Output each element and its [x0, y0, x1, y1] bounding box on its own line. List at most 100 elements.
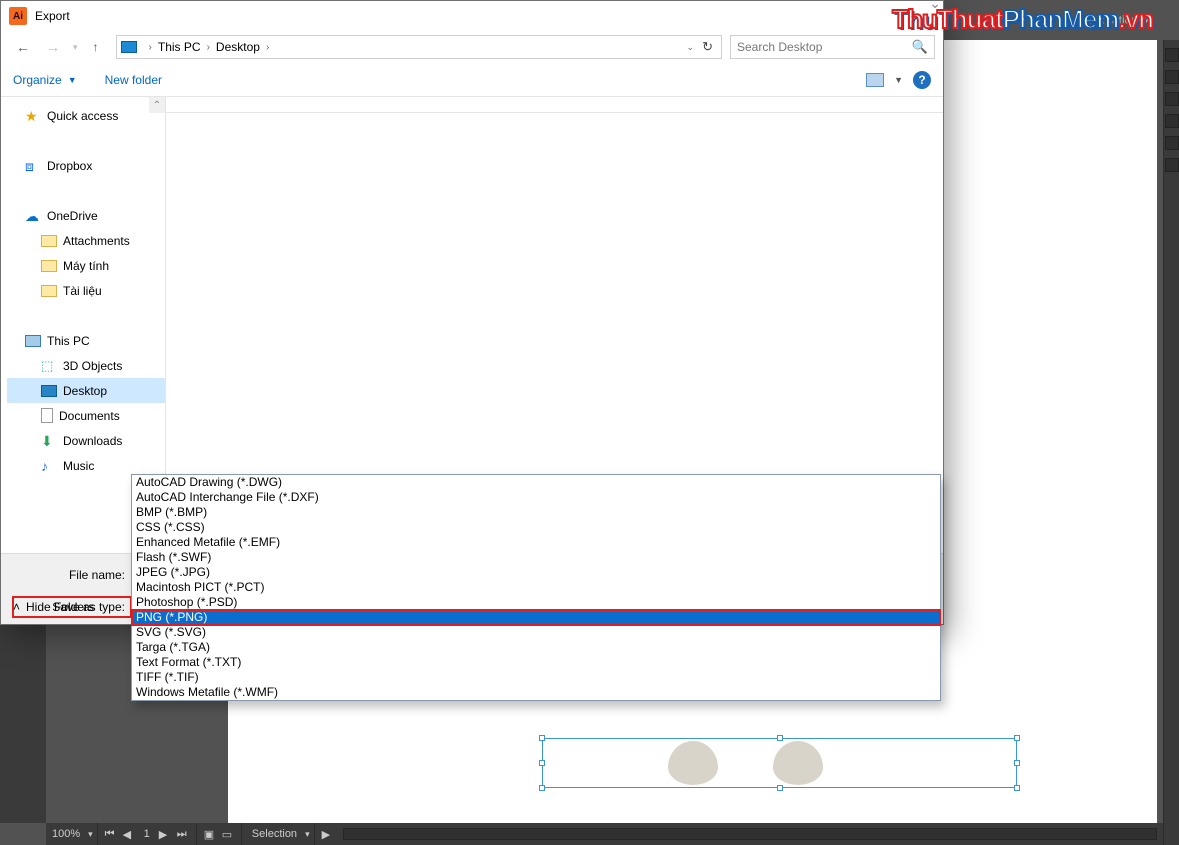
nav-icon[interactable]: ▣	[204, 828, 216, 840]
zoom-level[interactable]: 100%	[46, 828, 86, 840]
last-icon[interactable]: ⏭	[177, 828, 189, 840]
tree-this-pc[interactable]: This PC	[7, 328, 165, 353]
type-option[interactable]: AutoCAD Interchange File (*.DXF)	[132, 490, 940, 505]
tree-label: Tài liệu	[63, 284, 102, 298]
tree-label: Music	[63, 459, 94, 473]
type-option[interactable]: PNG (*.PNG)	[132, 610, 940, 625]
tree-item[interactable]: Máy tính	[7, 253, 165, 278]
type-option[interactable]: TIFF (*.TIF)	[132, 670, 940, 685]
type-option[interactable]: SVG (*.SVG)	[132, 625, 940, 640]
tree-onedrive[interactable]: ☁ OneDrive	[7, 203, 165, 228]
first-icon[interactable]: ⏮	[105, 828, 117, 840]
type-option[interactable]: Flash (*.SWF)	[132, 550, 940, 565]
chevron-right-icon[interactable]: ›	[149, 42, 152, 53]
tree-quick-access[interactable]: ★ Quick access	[7, 103, 165, 128]
search-input[interactable]: Search Desktop 🔍	[730, 35, 935, 59]
history-dropdown[interactable]: ▾	[73, 42, 78, 53]
tree-item-desktop[interactable]: Desktop	[7, 378, 165, 403]
tree-item[interactable]: ⬚3D Objects	[7, 353, 165, 378]
tree-label: 3D Objects	[63, 359, 122, 373]
panel-button[interactable]	[1165, 48, 1179, 62]
selection-handle[interactable]	[1014, 785, 1020, 791]
up-button[interactable]: ↑	[84, 35, 108, 59]
breadcrumb-root[interactable]: This PC	[158, 40, 201, 54]
folder-icon	[41, 260, 57, 272]
selection-handle[interactable]	[777, 735, 783, 741]
nav-toolbar: ← → ▾ ↑ › This PC › Desktop › ⌄ ↻ Search…	[1, 31, 943, 63]
panel-button[interactable]	[1165, 136, 1179, 150]
forward-button[interactable]: →	[39, 35, 67, 59]
type-option[interactable]: BMP (*.BMP)	[132, 505, 940, 520]
status-mode[interactable]: Selection	[246, 828, 303, 840]
view-options-icon[interactable]	[866, 73, 884, 87]
breadcrumb-leaf[interactable]: Desktop	[216, 40, 260, 54]
titlebar[interactable]: Ai Export ⌄	[1, 1, 943, 31]
command-bar: Organize ▼ New folder ▼ ?	[1, 63, 943, 97]
type-option[interactable]: Targa (*.TGA)	[132, 640, 940, 655]
play-icon[interactable]: ▶	[322, 828, 334, 840]
panel-button[interactable]	[1165, 92, 1179, 106]
selection-handle[interactable]	[539, 760, 545, 766]
help-icon[interactable]: ?	[913, 71, 931, 89]
search-icon: 🔍	[912, 39, 928, 55]
chevron-down-icon[interactable]: ▾	[305, 829, 310, 840]
star-icon: ★	[25, 108, 41, 124]
artwork-shape	[773, 741, 823, 785]
chevron-down-icon[interactable]: ▼	[894, 75, 903, 85]
selection-handle[interactable]	[539, 735, 545, 741]
save-as-type-options[interactable]: AutoCAD Drawing (*.DWG)AutoCAD Interchan…	[131, 474, 941, 701]
chevron-right-icon[interactable]: ›	[207, 42, 210, 53]
panel-button[interactable]	[1165, 70, 1179, 84]
tree-item[interactable]: Tài liệu	[7, 278, 165, 303]
type-option[interactable]: Enhanced Metafile (*.EMF)	[132, 535, 940, 550]
nav-icon[interactable]: ▭	[222, 828, 234, 840]
type-option[interactable]: CSS (*.CSS)	[132, 520, 940, 535]
panel-button[interactable]	[1165, 158, 1179, 172]
chevron-up-icon: ˄	[13, 600, 20, 614]
type-option[interactable]: Photoshop (*.PSD)	[132, 595, 940, 610]
selection-handle[interactable]	[1014, 760, 1020, 766]
music-icon: ♪	[41, 458, 57, 474]
artboard-number[interactable]: 1	[138, 828, 156, 840]
address-dropdown[interactable]: ⌄	[687, 42, 695, 53]
selection-handle[interactable]	[539, 785, 545, 791]
type-option[interactable]: Windows Metafile (*.WMF)	[132, 685, 940, 700]
horizontal-scrollbar[interactable]	[343, 828, 1157, 840]
tree-label: Desktop	[63, 384, 107, 398]
prev-icon[interactable]: ◀	[123, 828, 135, 840]
selection-handle[interactable]	[1014, 735, 1020, 741]
selection-handle[interactable]	[777, 785, 783, 791]
cloud-icon: ☁	[25, 208, 41, 224]
type-option[interactable]: AutoCAD Drawing (*.DWG)	[132, 475, 940, 490]
dropbox-icon: ⧈	[25, 158, 41, 174]
tree-label: Quick access	[47, 109, 118, 123]
search-placeholder: Search Desktop	[737, 40, 822, 54]
list-header[interactable]	[166, 97, 943, 113]
chevron-down-icon: ▼	[68, 75, 77, 85]
download-icon: ⬇	[41, 433, 57, 449]
hide-folders-label: Hide Folders	[26, 600, 94, 614]
refresh-icon[interactable]: ↻	[702, 39, 713, 55]
type-option[interactable]: JPEG (*.JPG)	[132, 565, 940, 580]
tree-item[interactable]: Attachments	[7, 228, 165, 253]
file-name-label: File name:	[13, 568, 131, 582]
tree-dropbox[interactable]: ⧈ Dropbox	[7, 153, 165, 178]
scroll-up-icon[interactable]: ⌃	[149, 97, 165, 113]
tree-item[interactable]: ⬇Downloads	[7, 428, 165, 453]
type-option[interactable]: Macintosh PICT (*.PCT)	[132, 580, 940, 595]
type-option[interactable]: Text Format (*.TXT)	[132, 655, 940, 670]
chevron-down-icon[interactable]: ▾	[88, 829, 93, 840]
host-statusbar: 100% ▾ ⏮ ◀ 1 ▶ ⏭ ▣ ▭ Selection ▾ ▶	[46, 823, 1163, 845]
hide-folders-toggle[interactable]: ˄ Hide Folders	[13, 600, 94, 614]
tree-item[interactable]: Documents	[7, 403, 165, 428]
organize-menu[interactable]: Organize ▼	[13, 73, 77, 87]
chevron-right-icon[interactable]: ›	[266, 42, 269, 53]
selection-bounds[interactable]	[542, 738, 1017, 788]
tree-label: Dropbox	[47, 159, 92, 173]
back-button[interactable]: ←	[9, 35, 37, 59]
next-icon[interactable]: ▶	[159, 828, 171, 840]
new-folder-button[interactable]: New folder	[105, 73, 162, 87]
address-bar[interactable]: › This PC › Desktop › ⌄ ↻	[116, 35, 722, 59]
panel-button[interactable]	[1165, 114, 1179, 128]
artwork-shape	[668, 741, 718, 785]
